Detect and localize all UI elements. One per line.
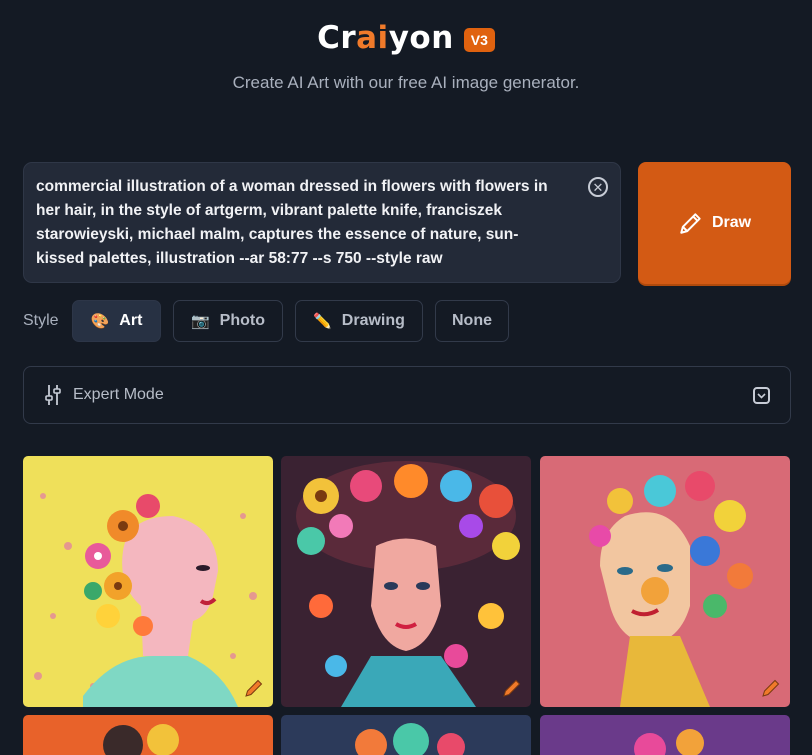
close-circle-icon[interactable]: ✕	[588, 177, 608, 197]
style-option-none[interactable]: None	[435, 300, 509, 342]
generated-image-2[interactable]	[281, 456, 531, 707]
style-option-label: Photo	[219, 312, 265, 329]
chevron-down-icon[interactable]	[753, 387, 770, 404]
style-option-art[interactable]: 🎨 Art	[72, 300, 161, 342]
expert-mode-label: Expert Mode	[73, 386, 164, 403]
generated-image-5[interactable]	[281, 715, 531, 755]
pencil-icon: ✏️	[313, 312, 332, 330]
pencil-icon[interactable]	[501, 677, 523, 699]
tagline: Create AI Art with our free AI image gen…	[232, 73, 580, 92]
pencil-icon[interactable]	[760, 677, 782, 699]
style-option-label: Drawing	[341, 312, 405, 329]
craiyon-page: Craiyon V3 Create AI Art with our free A…	[0, 0, 812, 755]
generated-image-3[interactable]	[540, 456, 790, 707]
generated-image-6[interactable]	[540, 715, 790, 755]
header: Craiyon V3	[0, 20, 812, 56]
style-option-photo[interactable]: 📷 Photo	[173, 300, 283, 342]
prompt-text[interactable]: commercial illustration of a woman dress…	[36, 175, 566, 271]
prompt-input[interactable]: commercial illustration of a woman dress…	[23, 162, 621, 283]
camera-icon: 📷	[190, 312, 210, 330]
craiyon-logo[interactable]: Craiyon	[317, 20, 454, 56]
style-label: Style	[23, 312, 59, 329]
pencil-icon[interactable]	[243, 677, 265, 699]
draw-button[interactable]: Draw	[638, 162, 791, 284]
style-option-label: None	[452, 312, 492, 329]
style-option-label: Art	[119, 312, 143, 329]
draw-button-label: Draw	[711, 214, 752, 231]
palette-icon: 🎨	[90, 312, 110, 330]
expert-mode-toggle[interactable]: Expert Mode	[23, 366, 791, 424]
version-badge: V3	[463, 28, 495, 52]
generated-image-4[interactable]	[23, 715, 273, 755]
sliders-icon	[45, 385, 61, 405]
generated-image-1[interactable]	[23, 456, 273, 707]
pencil-icon	[680, 213, 701, 234]
style-option-drawing[interactable]: ✏️ Drawing	[295, 300, 423, 342]
